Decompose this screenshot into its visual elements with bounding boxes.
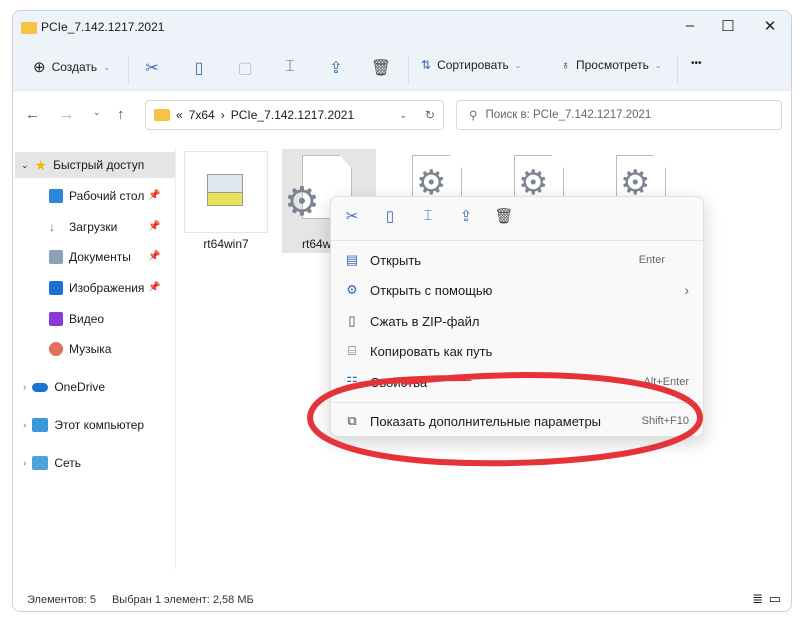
- red-circle-annotation: [307, 372, 704, 467]
- annotation-overlay: [307, 372, 704, 467]
